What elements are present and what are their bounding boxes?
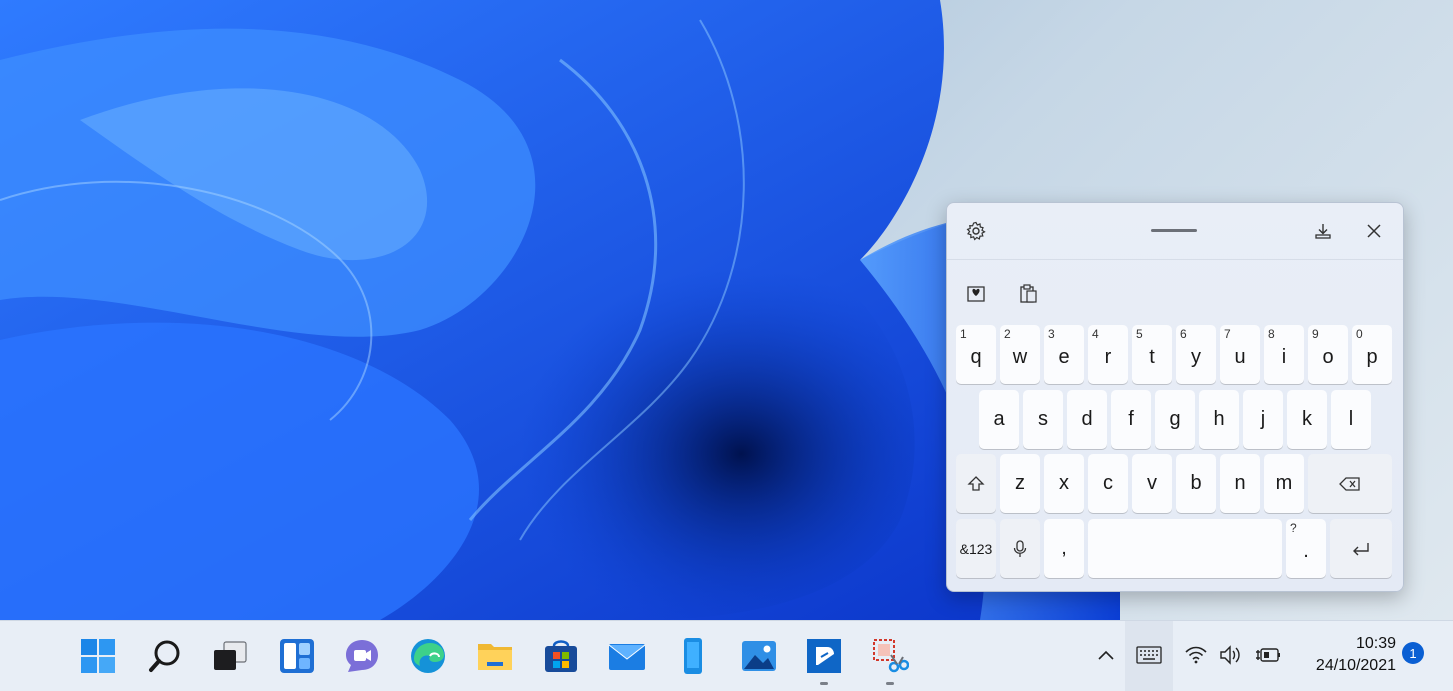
key-r[interactable]: 4r xyxy=(1088,325,1128,384)
key-y[interactable]: 6y xyxy=(1176,325,1216,384)
key-o[interactable]: 9o xyxy=(1308,325,1348,384)
phone-link-icon[interactable] xyxy=(674,637,712,675)
favorites-icon[interactable] xyxy=(962,279,990,307)
volume-icon[interactable] xyxy=(1218,641,1244,669)
remote-desktop-icon[interactable] xyxy=(805,637,843,675)
taskbar: 10:39 24/10/2021 xyxy=(0,620,1453,691)
key-m[interactable]: m xyxy=(1264,454,1304,513)
comma-key[interactable]: , xyxy=(1044,519,1084,578)
edge-icon[interactable] xyxy=(409,637,447,675)
task-view-icon[interactable] xyxy=(211,637,249,675)
symbols-key[interactable]: &123 xyxy=(956,519,996,578)
key-g[interactable]: g xyxy=(1155,390,1195,449)
widgets-icon[interactable] xyxy=(278,637,316,675)
battery-charging-icon[interactable] xyxy=(1254,641,1282,669)
period-key[interactable]: ?. xyxy=(1286,519,1326,578)
file-explorer-icon[interactable] xyxy=(476,637,514,675)
backspace-icon xyxy=(1339,476,1360,491)
key-q[interactable]: 1q xyxy=(956,325,996,384)
wifi-icon[interactable] xyxy=(1183,641,1209,669)
photos-icon[interactable] xyxy=(740,637,778,675)
key-t[interactable]: 5t xyxy=(1132,325,1172,384)
chevron-up-icon[interactable] xyxy=(1094,641,1118,669)
close-icon[interactable] xyxy=(1360,217,1388,245)
enter-key[interactable] xyxy=(1330,519,1392,578)
running-indicator xyxy=(820,682,828,685)
microphone-icon xyxy=(1013,539,1027,557)
keyboard-titlebar[interactable] xyxy=(947,203,1403,260)
key-n[interactable]: n xyxy=(1220,454,1260,513)
key-s[interactable]: s xyxy=(1023,390,1063,449)
notification-badge[interactable]: 1 xyxy=(1402,642,1424,664)
key-l[interactable]: l xyxy=(1331,390,1371,449)
gear-icon[interactable] xyxy=(962,217,990,245)
key-i[interactable]: 8i xyxy=(1264,325,1304,384)
key-a[interactable]: a xyxy=(979,390,1019,449)
key-z[interactable]: z xyxy=(1000,454,1040,513)
key-d[interactable]: d xyxy=(1067,390,1107,449)
key-b[interactable]: b xyxy=(1176,454,1216,513)
clipboard-icon[interactable] xyxy=(1014,279,1042,307)
key-k[interactable]: k xyxy=(1287,390,1327,449)
key-c[interactable]: c xyxy=(1088,454,1128,513)
key-x[interactable]: x xyxy=(1044,454,1084,513)
key-w[interactable]: 2w xyxy=(1000,325,1040,384)
enter-icon xyxy=(1353,542,1369,555)
key-u[interactable]: 7u xyxy=(1220,325,1260,384)
teams-chat-icon[interactable] xyxy=(343,637,381,675)
dock-icon[interactable] xyxy=(1309,217,1337,245)
dictation-key[interactable] xyxy=(1000,519,1040,578)
key-e[interactable]: 3e xyxy=(1044,325,1084,384)
keyboard-icon[interactable] xyxy=(1135,641,1163,669)
search-icon[interactable] xyxy=(146,637,184,675)
key-v[interactable]: v xyxy=(1132,454,1172,513)
shift-key[interactable] xyxy=(956,454,996,513)
snipping-tool-icon[interactable] xyxy=(871,637,909,675)
drag-handle[interactable] xyxy=(1151,229,1197,232)
key-h[interactable]: h xyxy=(1199,390,1239,449)
key-j[interactable]: j xyxy=(1243,390,1283,449)
touch-keyboard: 1q 2w 3e 4r 5t 6y 7u 8i 9o 0p a s d f g … xyxy=(946,202,1404,592)
start-icon[interactable] xyxy=(79,637,117,675)
mail-icon[interactable] xyxy=(608,637,646,675)
clock-date[interactable]: 24/10/2021 xyxy=(1300,657,1396,675)
shift-icon xyxy=(967,475,985,491)
spacebar[interactable] xyxy=(1088,519,1282,578)
running-indicator xyxy=(886,682,894,685)
clock-time[interactable]: 10:39 xyxy=(1300,635,1396,653)
key-p[interactable]: 0p xyxy=(1352,325,1392,384)
backspace-key[interactable] xyxy=(1308,454,1392,513)
key-f[interactable]: f xyxy=(1111,390,1151,449)
microsoft-store-icon[interactable] xyxy=(542,637,580,675)
